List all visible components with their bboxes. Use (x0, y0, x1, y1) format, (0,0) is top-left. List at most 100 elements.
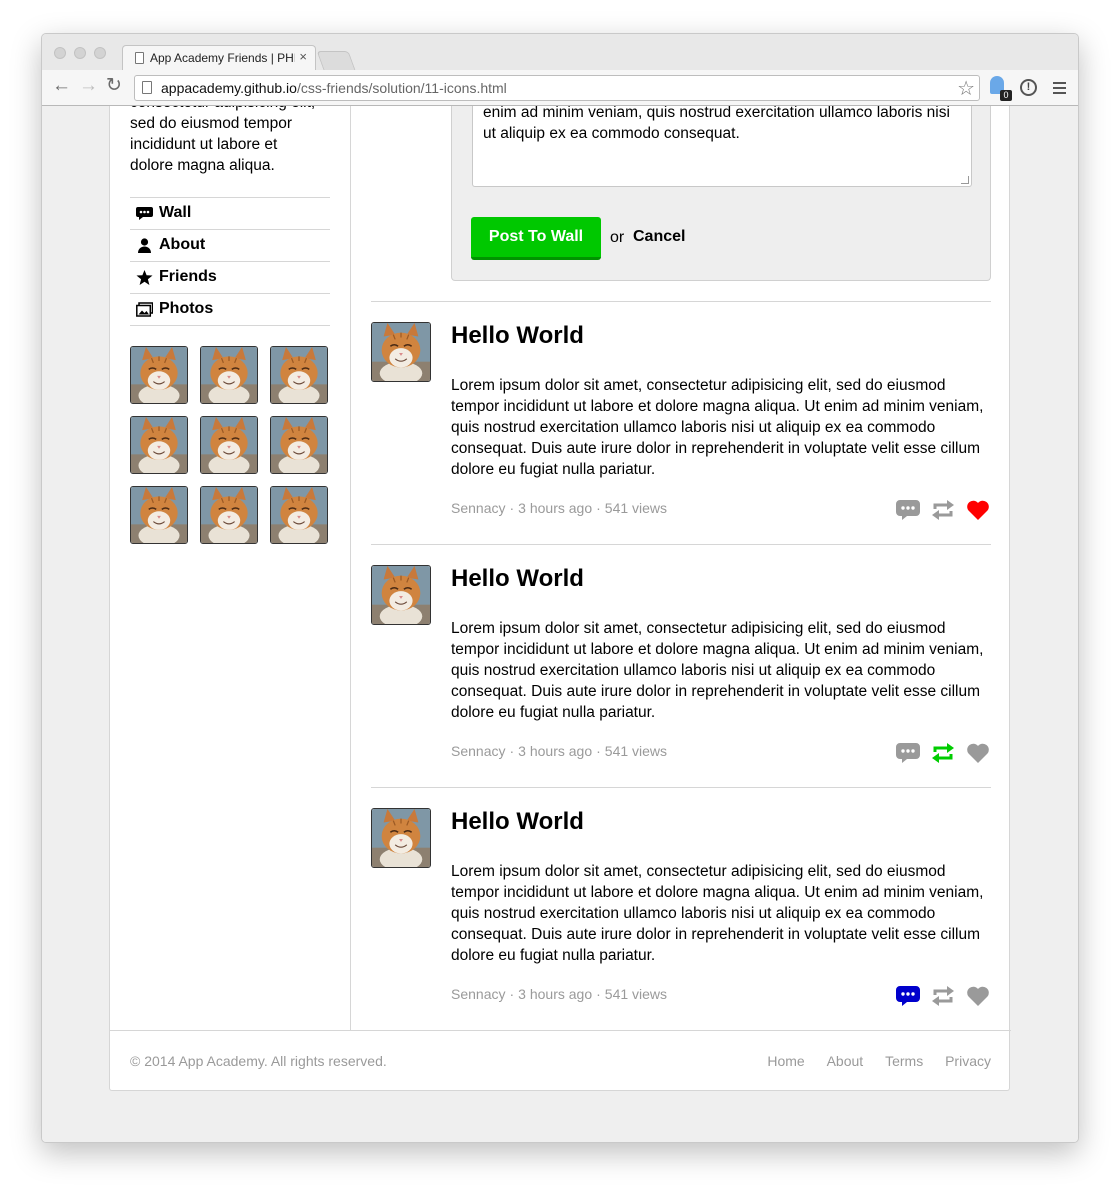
nav-item-photos[interactable]: Photos (130, 294, 330, 326)
nav-label-friends: Friends (159, 268, 217, 285)
sidebar: consectetur adipisicing elit, sed do eiu… (110, 106, 351, 1030)
photo-thumbnail[interactable] (200, 416, 258, 474)
repost-icon[interactable] (931, 742, 955, 764)
post-meta: Sennacy · 3 hours ago · 541 views (451, 743, 667, 759)
bookmark-star-icon[interactable]: ☆ (957, 76, 975, 101)
author-avatar[interactable] (371, 808, 431, 868)
browser-window: App Academy Friends | PHP × ← → ↻ appaca… (41, 33, 1079, 1143)
extension-badge: 0 (1000, 90, 1012, 101)
speech-bubble-icon (136, 207, 153, 220)
photo-thumbnail[interactable] (200, 486, 258, 544)
photo-thumbnail[interactable] (200, 346, 258, 404)
footer-link-terms[interactable]: Terms (885, 1053, 923, 1069)
post-time: 3 hours ago (518, 986, 593, 1002)
wall-post: Hello World Lorem ipsum dolor sit amet, c… (371, 302, 991, 545)
forward-arrow-icon[interactable]: → (79, 76, 98, 96)
author-avatar[interactable] (371, 322, 431, 382)
resize-grip-icon[interactable] (961, 176, 969, 184)
tab-close-icon[interactable]: × (299, 49, 307, 64)
nav-item-about[interactable]: About (130, 230, 330, 262)
photo-thumbnail[interactable] (130, 486, 188, 544)
post-actions (896, 742, 991, 766)
comment-icon[interactable] (896, 499, 920, 521)
nav-item-wall[interactable]: Wall (130, 198, 330, 230)
heart-icon[interactable] (966, 499, 990, 521)
close-window-button[interactable] (54, 47, 66, 59)
post-author[interactable]: Sennacy (451, 500, 505, 516)
back-arrow-icon[interactable]: ← (52, 76, 71, 96)
browser-tab[interactable]: App Academy Friends | PHP × (122, 45, 316, 71)
person-icon (138, 238, 151, 253)
photos-icon (136, 302, 153, 317)
wall-post: Hello World Lorem ipsum dolor sit amet, c… (371, 545, 991, 788)
footer-link-home[interactable]: Home (767, 1053, 804, 1069)
wall-column: enim ad minim veniam, quis nostrud exerc… (371, 106, 991, 1031)
repost-icon[interactable] (931, 985, 955, 1007)
footer-link-privacy[interactable]: Privacy (945, 1053, 991, 1069)
menu-icon[interactable] (1053, 82, 1066, 97)
post-views: 541 views (604, 986, 668, 1002)
post-views: 541 views (604, 743, 668, 759)
cancel-link[interactable]: Cancel (633, 228, 685, 246)
post-composer: enim ad minim veniam, quis nostrud exerc… (451, 106, 991, 281)
post-textarea-text: enim ad minim veniam, quis nostrud exerc… (483, 106, 950, 142)
nav-label-about: About (159, 236, 206, 253)
url-host: appacademy.github.io (161, 80, 297, 96)
post-author[interactable]: Sennacy (451, 986, 505, 1002)
nav-item-friends[interactable]: Friends (130, 262, 330, 294)
copyright-text: © 2014 App Academy. All rights reserved. (130, 1053, 387, 1069)
post-author[interactable]: Sennacy (451, 743, 505, 759)
tab-strip: App Academy Friends | PHP × (42, 34, 1078, 71)
meta-separator: · (509, 986, 515, 1002)
meta-separator: · (509, 500, 515, 516)
address-bar[interactable]: appacademy.github.io/css-friends/solutio… (134, 75, 980, 101)
post-views: 541 views (604, 500, 668, 516)
post-to-wall-button[interactable]: Post To Wall (471, 217, 601, 260)
minimize-window-button[interactable] (74, 47, 86, 59)
photo-thumbnail[interactable] (270, 486, 328, 544)
post-title: Hello World (451, 808, 584, 835)
photo-thumbnail[interactable] (270, 346, 328, 404)
post-meta: Sennacy · 3 hours ago · 541 views (451, 500, 667, 516)
meta-separator: · (596, 986, 601, 1002)
star-icon (136, 270, 153, 285)
nav-label-wall: Wall (159, 204, 192, 221)
meta-separator: · (596, 500, 601, 516)
post-title: Hello World (451, 565, 584, 592)
post-meta: Sennacy · 3 hours ago · 541 views (451, 986, 667, 1002)
comment-icon[interactable] (896, 985, 920, 1007)
post-actions (896, 985, 991, 1009)
author-avatar[interactable] (371, 565, 431, 625)
post-body: Lorem ipsum dolor sit amet, consectetur … (451, 620, 984, 721)
reload-icon[interactable]: ↻ (106, 76, 122, 96)
wall-post: Hello World Lorem ipsum dolor sit amet, c… (371, 788, 991, 1031)
tab-title: App Academy Friends | PHP (150, 51, 295, 65)
or-text: or (610, 229, 625, 246)
meta-separator: · (596, 743, 601, 759)
footer-links: Home About Terms Privacy (749, 1053, 991, 1069)
meta-separator: · (509, 743, 515, 759)
post-time: 3 hours ago (518, 743, 593, 759)
footer: © 2014 App Academy. All rights reserved.… (110, 1030, 1011, 1091)
url-text[interactable]: appacademy.github.io/css-friends/solutio… (161, 80, 507, 96)
nav-label-photos: Photos (159, 300, 214, 317)
new-tab-button[interactable] (316, 51, 356, 70)
profile-bio: consectetur adipisicing elit, sed do eiu… (130, 106, 315, 174)
repost-icon[interactable] (931, 499, 955, 521)
heart-icon[interactable] (966, 742, 990, 764)
post-body: Lorem ipsum dolor sit amet, consectetur … (451, 863, 984, 964)
page-viewport: consectetur adipisicing elit, sed do eiu… (42, 106, 1078, 1142)
page-container: consectetur adipisicing elit, sed do eiu… (109, 106, 1011, 1091)
comment-icon[interactable] (896, 742, 920, 764)
heart-icon[interactable] (966, 985, 990, 1007)
post-title: Hello World (451, 322, 584, 349)
post-textarea[interactable]: enim ad minim veniam, quis nostrud exerc… (472, 106, 972, 187)
photo-thumbnail[interactable] (130, 416, 188, 474)
footer-link-about[interactable]: About (827, 1053, 864, 1069)
zoom-window-button[interactable] (94, 47, 106, 59)
page-icon (135, 52, 144, 64)
post-body: Lorem ipsum dolor sit amet, consectetur … (451, 377, 984, 478)
photo-thumbnail[interactable] (270, 416, 328, 474)
info-extension-icon[interactable]: ! (1020, 79, 1037, 96)
photo-thumbnail[interactable] (130, 346, 188, 404)
